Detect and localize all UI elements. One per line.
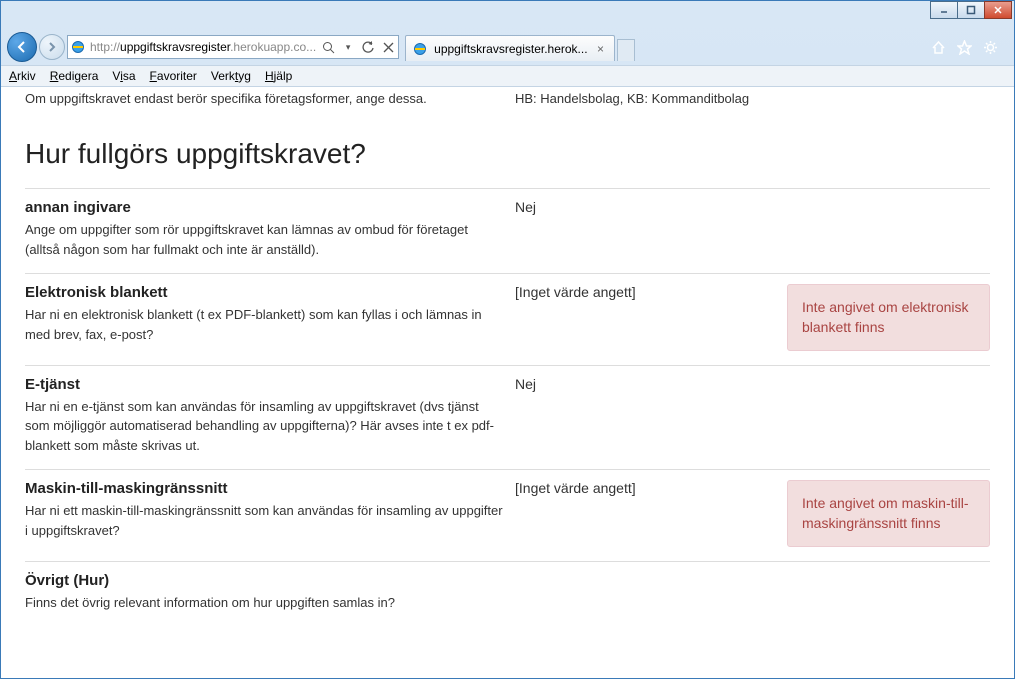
browser-window: http://uppgiftskravsregister.herokuapp.c… (0, 0, 1015, 679)
favorites-icon[interactable] (956, 39, 972, 55)
address-icons: ▾ (320, 39, 396, 55)
menu-favoriter[interactable]: Favoriter (150, 69, 197, 83)
field-row: Övrigt (Hur) Finns det övrig relevant in… (25, 561, 990, 627)
chrome-icons (930, 39, 1008, 55)
window-controls (931, 1, 1012, 19)
url-rest: .herokuapp.co... (230, 40, 316, 54)
field-value: [Inget värde angett] (515, 480, 775, 547)
url-host: uppgiftskravsregister (120, 40, 230, 54)
field-value: Nej (515, 376, 775, 456)
menu-visa[interactable]: Visa (112, 69, 135, 83)
field-row: Elektronisk blankett Har ni en elektroni… (25, 273, 990, 365)
minimize-icon (939, 5, 949, 15)
titlebar (1, 1, 1014, 29)
menu-verktyg[interactable]: Verktyg (211, 69, 251, 83)
menu-bar: Arkiv Redigera Visa Favoriter Verktyg Hj… (1, 65, 1014, 87)
partial-row-top: Om uppgiftskravet endast berör specifika… (25, 87, 990, 114)
home-icon[interactable] (930, 39, 946, 55)
field-desc: Ange om uppgifter som rör uppgiftskravet… (25, 220, 503, 259)
arrow-right-icon (46, 41, 58, 53)
nav-row: http://uppgiftskravsregister.herokuapp.c… (1, 29, 1014, 65)
new-tab-button[interactable] (617, 39, 635, 61)
field-title: Övrigt (Hur) (25, 572, 503, 589)
forward-button[interactable] (39, 34, 65, 60)
address-bar[interactable]: http://uppgiftskravsregister.herokuapp.c… (67, 35, 399, 59)
field-desc: Har ni ett maskin-till-maskingränssnitt … (25, 501, 503, 540)
maximize-button[interactable] (957, 1, 985, 19)
partial-right-text: HB: Handelsbolag, KB: Kommanditbolag (515, 91, 990, 106)
back-button[interactable] (7, 32, 37, 62)
menu-redigera[interactable]: Redigera (50, 69, 99, 83)
field-row: E-tjänst Har ni en e-tjänst som kan anvä… (25, 365, 990, 470)
field-row: annan ingivare Ange om uppgifter som rör… (25, 188, 990, 273)
field-value: [Inget värde angett] (515, 284, 775, 351)
tab-title: uppgiftskravsregister.herok... (434, 42, 587, 56)
minimize-button[interactable] (930, 1, 958, 19)
ie-icon (70, 39, 86, 55)
field-desc: Har ni en elektronisk blankett (t ex PDF… (25, 305, 503, 344)
stop-icon[interactable] (380, 39, 396, 55)
browser-tab[interactable]: uppgiftskravsregister.herok... × (405, 35, 614, 61)
refresh-icon[interactable] (360, 39, 376, 55)
arrow-left-icon (15, 40, 29, 54)
ie-icon (412, 41, 428, 57)
close-button[interactable] (984, 1, 1012, 19)
url-text: http://uppgiftskravsregister.herokuapp.c… (90, 40, 316, 54)
partial-left-text: Om uppgiftskravet endast berör specifika… (25, 91, 515, 106)
search-icon[interactable] (320, 39, 336, 55)
dropdown-icon[interactable]: ▾ (340, 39, 356, 55)
field-title: annan ingivare (25, 199, 503, 216)
field-desc: Har ni en e-tjänst som kan användas för … (25, 397, 503, 456)
page-viewport: Om uppgiftskravet endast berör specifika… (1, 87, 1014, 678)
tab-close-button[interactable]: × (594, 42, 608, 56)
url-prefix: http:// (90, 40, 120, 54)
field-title: Elektronisk blankett (25, 284, 503, 301)
close-icon (993, 5, 1003, 15)
tools-icon[interactable] (982, 39, 998, 55)
section-heading: Hur fullgörs uppgiftskravet? (25, 138, 990, 170)
menu-hjalp[interactable]: Hjälp (265, 69, 292, 83)
field-title: E-tjänst (25, 376, 503, 393)
alert-box: Inte angivet om maskin-till-maskingränss… (787, 480, 990, 547)
field-title: Maskin-till-maskingränssnitt (25, 480, 503, 497)
page-content: Om uppgiftskravet endast berör specifika… (1, 87, 1014, 626)
field-value (515, 572, 775, 613)
field-desc: Finns det övrig relevant information om … (25, 593, 503, 613)
tab-strip: uppgiftskravsregister.herok... × (405, 33, 928, 61)
field-row: Maskin-till-maskingränssnitt Har ni ett … (25, 469, 990, 561)
maximize-icon (966, 5, 976, 15)
menu-arkiv[interactable]: Arkiv (9, 69, 36, 83)
field-value: Nej (515, 199, 775, 259)
alert-box: Inte angivet om elektronisk blankett fin… (787, 284, 990, 351)
